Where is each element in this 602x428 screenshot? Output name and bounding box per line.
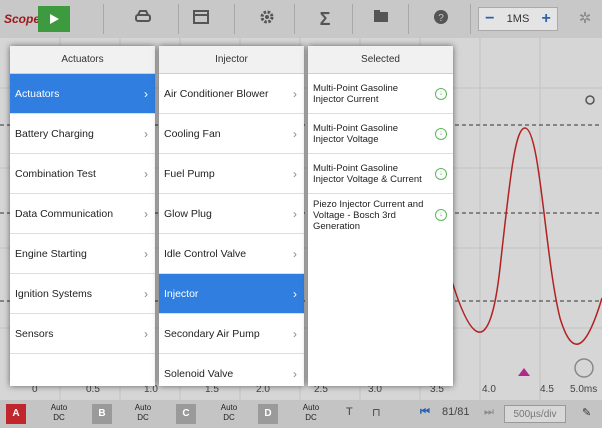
trigger-button[interactable]: T xyxy=(346,406,353,418)
chevron-right-icon: › xyxy=(293,286,297,301)
menu-item-secondary-air-pump[interactable]: Secondary Air Pump › xyxy=(159,314,304,354)
sample-rate-field[interactable]: 500µs/div xyxy=(504,405,566,423)
help-icon[interactable]: ? xyxy=(430,9,452,29)
chevron-right-icon: › xyxy=(144,86,148,101)
channel-b-button[interactable]: B xyxy=(92,404,112,424)
download-icon[interactable]: ↓ xyxy=(435,127,447,140)
menu-item-combination-test[interactable]: Combination Test › xyxy=(10,154,155,194)
scope-title: Scope xyxy=(4,12,41,26)
pulse-icon[interactable]: ⊓ xyxy=(372,406,381,419)
channel-d-label: Auto DC xyxy=(302,403,320,422)
actuators-menu: Actuators Actuators › Battery Charging › C… xyxy=(10,46,155,386)
channel-c-button[interactable]: C xyxy=(176,404,196,424)
menu-item-engine-starting[interactable]: Engine Starting › xyxy=(10,234,155,274)
tick-label: 4.0 xyxy=(482,384,496,395)
menu-item-sensors[interactable]: Sensors › xyxy=(10,314,155,354)
history-icon xyxy=(574,358,594,378)
first-frame-button[interactable]: ⏮ xyxy=(420,406,430,419)
frame-counter: 81/81 xyxy=(442,406,470,418)
car-icon[interactable] xyxy=(132,9,154,29)
chevron-right-icon: › xyxy=(144,166,148,181)
chevron-right-icon: › xyxy=(144,286,148,301)
chevron-right-icon: › xyxy=(293,326,297,341)
download-icon[interactable]: ↓ xyxy=(435,87,447,100)
menu-item-data-communication[interactable]: Data Communication › xyxy=(10,194,155,234)
top-toolbar: Scope Σ ? − 1MS + ✲ xyxy=(0,0,602,38)
menu-item-empty xyxy=(10,354,155,394)
selected-item[interactable]: Piezo Injector Current and Voltage - Bos… xyxy=(308,194,453,236)
channel-c-label: Auto DC xyxy=(220,403,238,422)
chevron-right-icon: › xyxy=(293,126,297,141)
play-icon xyxy=(50,14,59,24)
menu-item-battery-charging[interactable]: Battery Charging › xyxy=(10,114,155,154)
timebase-increase-button[interactable]: + xyxy=(542,11,551,27)
wrench-icon[interactable]: ✎ xyxy=(582,406,591,419)
folder-icon[interactable] xyxy=(370,9,392,29)
menu-item-fuel-pump[interactable]: Fuel Pump › xyxy=(159,154,304,194)
chevron-right-icon: › xyxy=(293,367,297,381)
gear-icon[interactable] xyxy=(256,9,278,29)
channel-a-button[interactable]: A xyxy=(6,404,26,424)
settings-icon[interactable]: ✲ xyxy=(574,9,596,29)
actuators-menu-header: Actuators xyxy=(10,46,155,74)
menu-item-idle-control-valve[interactable]: Idle Control Valve › xyxy=(159,234,304,274)
chevron-right-icon: › xyxy=(144,126,148,141)
trigger-marker xyxy=(518,368,530,376)
chevron-right-icon: › xyxy=(293,246,297,261)
menu-item-air-conditioner-blower[interactable]: Air Conditioner Blower › xyxy=(159,74,304,114)
selected-item[interactable]: Multi-Point Gasoline Injector Voltage & … xyxy=(308,154,453,194)
tick-label: 5.0ms xyxy=(570,384,598,395)
injector-menu: Injector Air Conditioner Blower › Cooling… xyxy=(159,46,304,386)
timebase-control[interactable]: − 1MS + xyxy=(478,7,558,31)
menu-item-glow-plug[interactable]: Glow Plug › xyxy=(159,194,304,234)
chevron-right-icon: › xyxy=(293,166,297,181)
selected-menu-header: Selected xyxy=(308,46,453,74)
timebase-decrease-button[interactable]: − xyxy=(485,11,494,27)
sigma-icon[interactable]: Σ xyxy=(314,9,336,29)
chevron-right-icon: › xyxy=(293,206,297,221)
play-button[interactable] xyxy=(38,6,70,32)
last-frame-button[interactable]: ⏭ xyxy=(484,406,494,419)
menu-item-solenoid-valve[interactable]: Solenoid Valve › xyxy=(159,354,304,394)
channel-d-button[interactable]: D xyxy=(258,404,278,424)
timebase-value: 1MS xyxy=(506,13,530,25)
selected-menu: Selected Multi-Point Gasoline Injector C… xyxy=(308,46,453,386)
download-icon[interactable]: ↓ xyxy=(435,167,447,180)
injector-menu-header: Injector xyxy=(159,46,304,74)
chevron-right-icon: › xyxy=(293,86,297,101)
download-icon[interactable]: ↓ xyxy=(435,209,447,221)
selected-item[interactable]: Multi-Point Gasoline Injector Voltage ↓ xyxy=(308,114,453,154)
channel-b-label: Auto DC xyxy=(134,403,152,422)
chevron-right-icon: › xyxy=(144,206,148,221)
svg-text:?: ? xyxy=(438,13,444,24)
tick-label: 4.5 xyxy=(540,384,554,395)
calendar-icon[interactable] xyxy=(190,9,212,29)
channel-a-label: Auto DC xyxy=(50,403,68,422)
chevron-right-icon: › xyxy=(144,246,148,261)
selected-item[interactable]: Multi-Point Gasoline Injector Current ↓ xyxy=(308,74,453,114)
menu-item-injector[interactable]: Injector › xyxy=(159,274,304,314)
menu-item-actuators[interactable]: Actuators › xyxy=(10,74,155,114)
menu-item-cooling-fan[interactable]: Cooling Fan › xyxy=(159,114,304,154)
menu-item-ignition-systems[interactable]: Ignition Systems › xyxy=(10,274,155,314)
channel-bar: A Auto DC B Auto DC C Auto DC D Auto DC … xyxy=(0,400,602,428)
waveform-trace xyxy=(439,127,602,345)
light-icon xyxy=(585,95,595,105)
chevron-right-icon: › xyxy=(144,326,148,341)
